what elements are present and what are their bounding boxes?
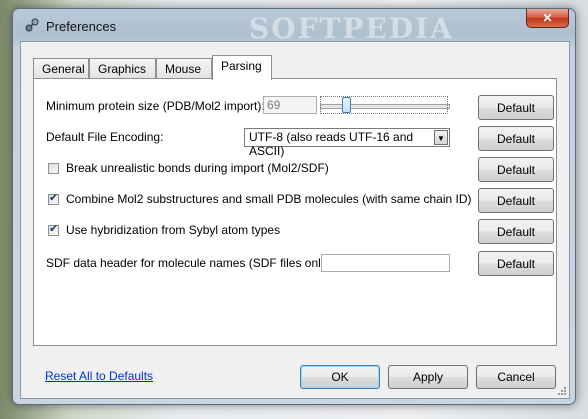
slider-focus-rect — [320, 96, 448, 114]
break-bonds-label: Break unrealistic bonds during import (M… — [66, 161, 329, 175]
tab-general[interactable]: General — [33, 58, 89, 78]
tab-mouse[interactable]: Mouse — [156, 58, 212, 78]
resize-grip-icon[interactable] — [557, 386, 567, 396]
default-button-min-protein[interactable]: Default — [478, 95, 554, 120]
checkmark-icon: ✔ — [49, 223, 59, 235]
slider-thumb[interactable] — [342, 97, 351, 113]
cancel-button[interactable]: Cancel — [476, 365, 556, 389]
checkmark-icon: ✔ — [49, 192, 59, 204]
tab-parsing[interactable]: Parsing — [212, 55, 272, 80]
encoding-label: Default File Encoding: — [46, 130, 164, 144]
parsing-panel: Minimum protein size (PDB/Mol2 import): … — [33, 78, 557, 346]
hybridization-label: Use hybridization from Sybyl atom types — [66, 223, 281, 237]
ok-button[interactable]: OK — [300, 365, 380, 389]
break-bonds-checkbox[interactable] — [48, 163, 59, 174]
molecule-app-icon — [25, 18, 39, 32]
min-protein-label: Minimum protein size (PDB/Mol2 import): — [46, 99, 265, 113]
preferences-window: Preferences SOFTPEDIA ✕ General Graphics… — [12, 8, 576, 405]
default-button-hybridization[interactable]: Default — [478, 219, 554, 244]
chevron-down-icon[interactable]: ▼ — [434, 130, 448, 145]
default-button-sdf-header[interactable]: Default — [478, 251, 554, 276]
min-protein-input[interactable]: 69 — [263, 96, 317, 114]
close-icon: ✕ — [542, 11, 553, 25]
combine-mol2-label: Combine Mol2 substructures and small PDB… — [66, 192, 472, 206]
default-button-break-bonds[interactable]: Default — [478, 157, 554, 182]
default-button-combine-mol2[interactable]: Default — [478, 188, 554, 213]
default-button-encoding[interactable]: Default — [478, 126, 554, 151]
combine-mol2-checkbox[interactable]: ✔ — [48, 192, 59, 205]
close-button[interactable]: ✕ — [526, 9, 569, 28]
encoding-selected-value: UTF-8 (also reads UTF-16 and ASCII) — [249, 130, 414, 158]
min-protein-slider[interactable] — [320, 96, 450, 116]
dialog-client-area: General Graphics Mouse Parsing Minimum p… — [20, 41, 570, 399]
window-title: Preferences — [46, 19, 117, 34]
apply-button[interactable]: Apply — [388, 365, 468, 389]
reset-all-link[interactable]: Reset All to Defaults — [45, 369, 153, 383]
sdf-header-input[interactable] — [321, 254, 450, 272]
title-bar[interactable]: Preferences SOFTPEDIA ✕ — [13, 9, 575, 45]
tab-graphics[interactable]: Graphics — [89, 58, 156, 78]
encoding-select[interactable]: UTF-8 (also reads UTF-16 and ASCII) ▼ — [244, 128, 450, 158]
sdf-header-label: SDF data header for molecule names (SDF … — [46, 256, 331, 270]
hybridization-checkbox[interactable]: ✔ — [48, 223, 59, 236]
